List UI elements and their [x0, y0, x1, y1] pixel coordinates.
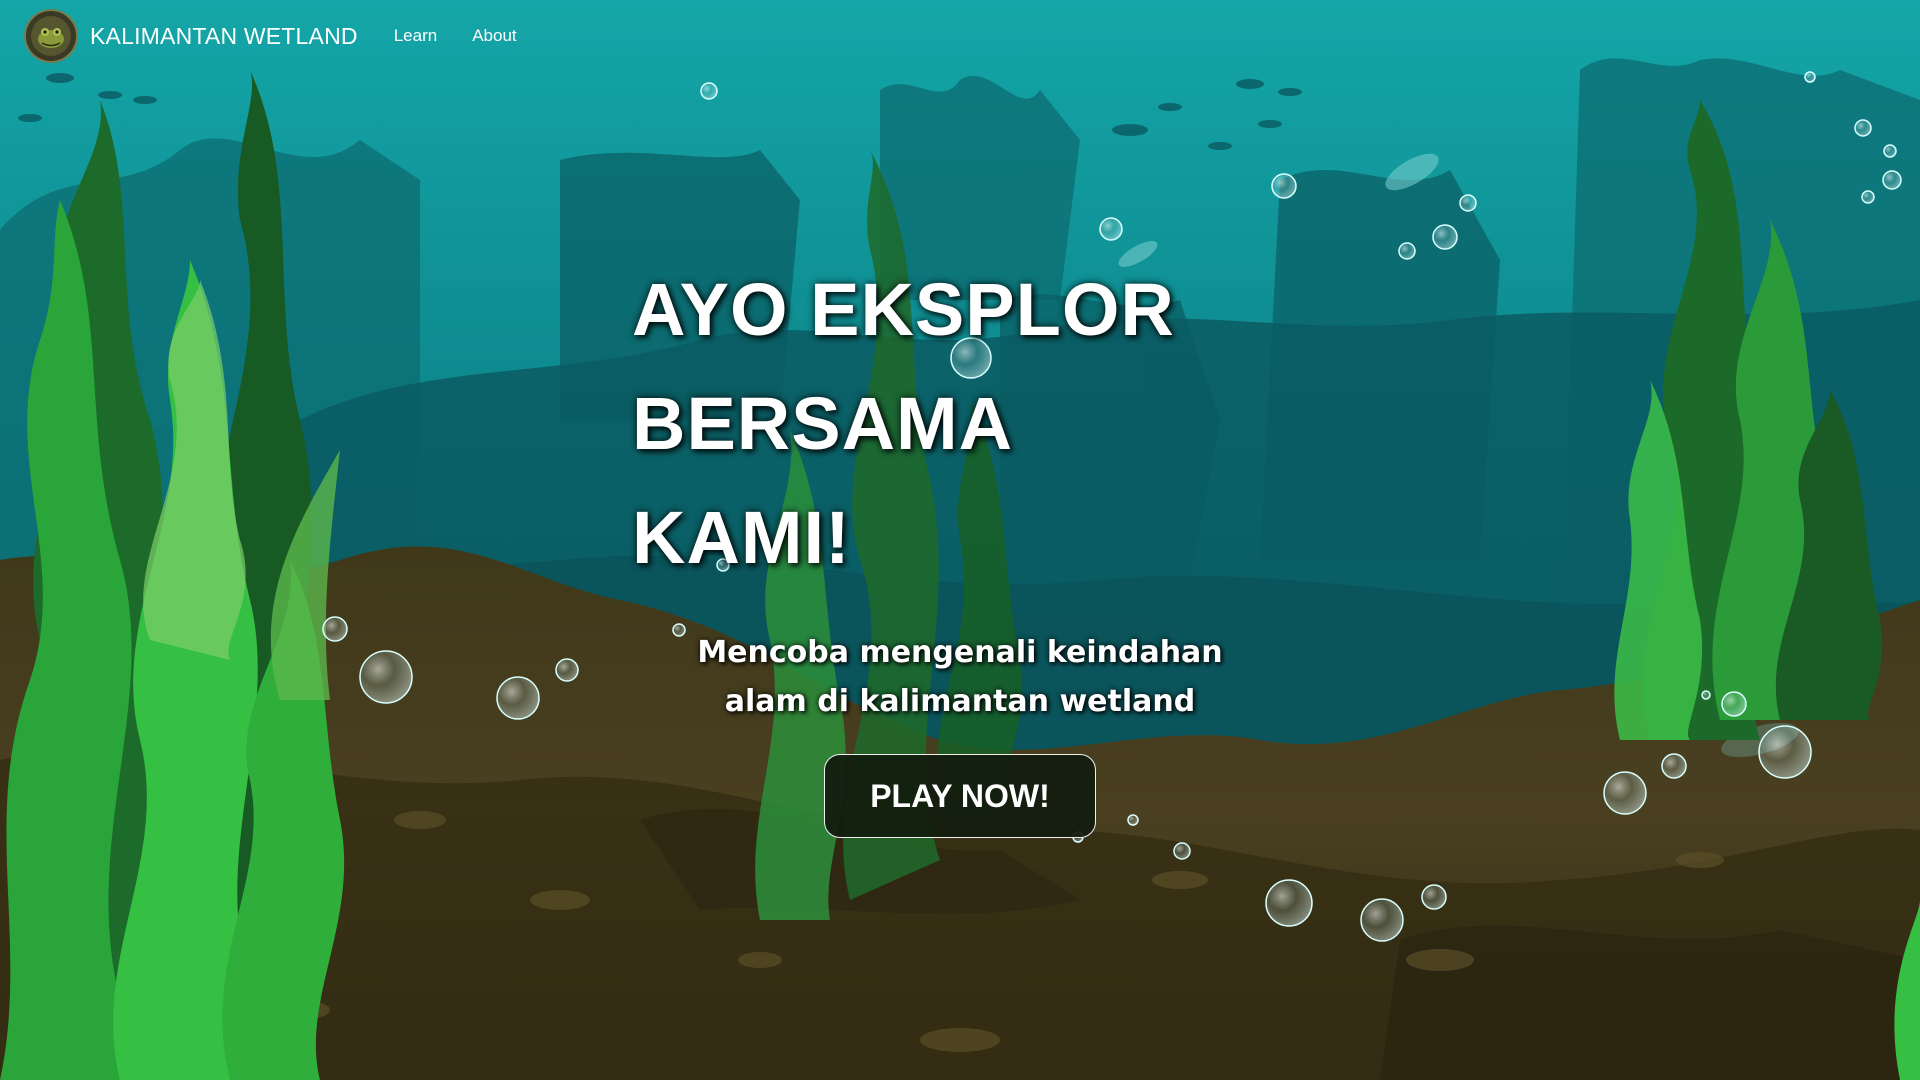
hero-title-line: BERSAMA: [632, 382, 1014, 465]
hero-subtitle: Mencoba mengenali keindahan alam di kali…: [680, 628, 1240, 726]
hero-title-line: KAMI!: [632, 496, 851, 579]
hero-subtitle-line: alam di kalimantan wetland: [724, 684, 1196, 719]
play-now-button[interactable]: PLAY NOW!: [824, 754, 1096, 838]
hero-title: AYO EKSPLOR BERSAMA KAMI!: [632, 253, 1175, 595]
hero-title-line: AYO EKSPLOR: [632, 268, 1175, 351]
nav-link-about[interactable]: About: [472, 26, 516, 46]
top-navbar: KALIMANTAN WETLAND Learn About: [0, 0, 1920, 72]
hero-subtitle-line: Mencoba mengenali keindahan: [697, 635, 1223, 670]
frog-logo-icon: [24, 9, 78, 63]
brand-name: KALIMANTAN WETLAND: [90, 22, 358, 49]
nav-links: Learn About: [394, 26, 552, 46]
underwater-scene: KALIMANTAN WETLAND Learn About AYO EKSPL…: [0, 0, 1920, 1080]
nav-link-learn[interactable]: Learn: [394, 26, 437, 46]
brand-home-link[interactable]: KALIMANTAN WETLAND: [24, 9, 358, 63]
